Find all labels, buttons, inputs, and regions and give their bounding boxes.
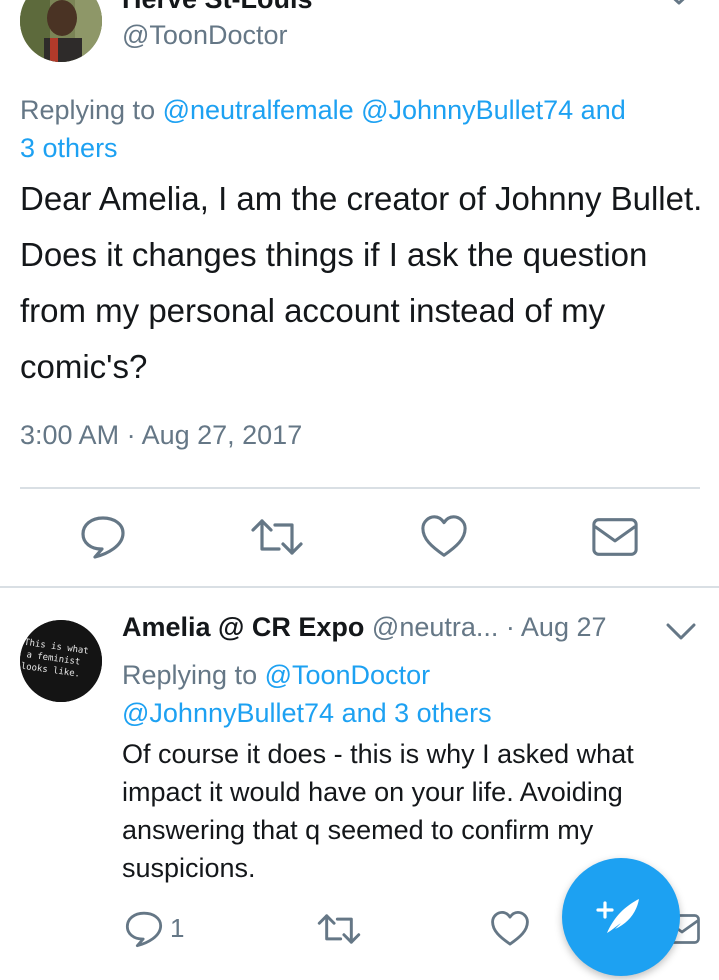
reply-date[interactable]: Aug 27 [521,612,607,642]
retweet-button[interactable] [249,513,305,561]
replying-prefix: Replying to [20,95,163,125]
compose-tweet-button[interactable] [562,858,680,976]
heart-icon [491,910,529,946]
reply-author-avatar[interactable]: This is what a feminist looks like. [20,620,102,702]
separator-dot: · [505,612,515,642]
chevron-down-icon[interactable] [663,0,695,10]
replying-prefix: Replying to [122,660,265,690]
speech-bubble-icon [81,516,125,559]
others-link[interactable]: and 3 others [342,698,492,728]
reply-button[interactable] [122,906,166,952]
retweet-button[interactable] [314,906,364,952]
reply-button[interactable] [79,513,127,561]
author-avatar[interactable] [20,0,102,62]
speech-bubble-icon [125,911,163,948]
tweet-detail-screen: Herve St-Louis @ToonDoctor Replying to @… [0,0,719,980]
reply-header: Amelia @ CR Expo @neutra... · Aug 27 [122,612,607,643]
replying-to-line: Replying to @ToonDoctor @JohnnyBullet74 a… [122,656,702,732]
tweet-timestamp[interactable]: 3:00 AM · Aug 27, 2017 [20,420,302,451]
mention-link[interactable]: @ToonDoctor [265,660,430,690]
reply-author-handle[interactable]: @neutra... [372,612,498,642]
chevron-down-icon[interactable] [664,620,698,644]
mention-link[interactable]: @neutralfemale [163,95,354,125]
like-button[interactable] [420,513,468,561]
retweet-icon [251,519,303,555]
retweet-icon [317,914,361,944]
author-name[interactable]: Herve St-Louis [122,0,313,15]
others-link[interactable]: 3 others [20,133,118,163]
reply-author-name[interactable]: Amelia @ CR Expo [122,612,364,642]
divider [20,487,700,489]
mention-link[interactable]: @JohnnyBullet74 [361,95,573,125]
tweet-text: Dear Amelia, I am the creator of Johnny … [20,180,703,385]
replying-to-line: Replying to @neutralfemale @JohnnyBullet… [20,91,700,167]
compose-quill-icon [596,899,639,933]
envelope-icon [592,518,638,556]
heart-icon [421,515,467,557]
mention-link[interactable]: @JohnnyBullet74 [122,698,334,728]
author-handle[interactable]: @ToonDoctor [122,20,287,51]
reply-count: 1 [170,913,185,943]
tweet-separator [0,586,719,588]
share-button[interactable] [591,513,639,561]
and-label[interactable]: and [573,95,626,125]
like-button[interactable] [488,906,532,952]
